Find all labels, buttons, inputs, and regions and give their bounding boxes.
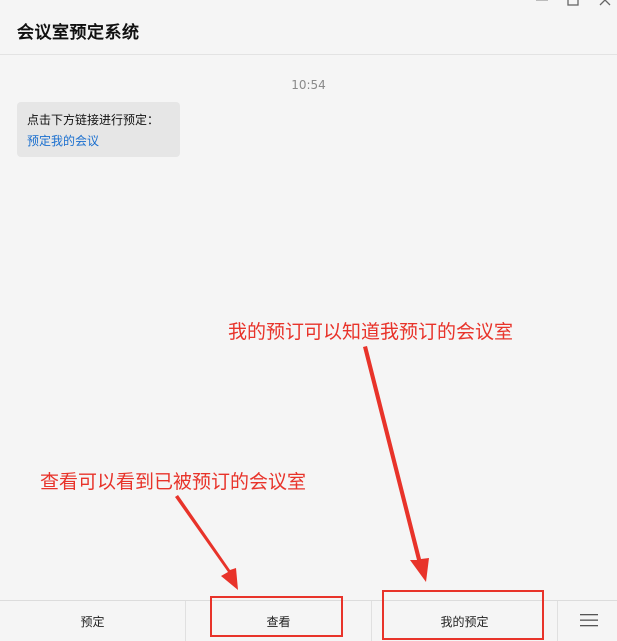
menu-item-book[interactable]: 预定	[0, 601, 185, 641]
menu-item-book-label: 预定	[80, 613, 104, 630]
hamburger-menu-button[interactable]	[578, 610, 600, 630]
highlight-box-view	[210, 596, 343, 637]
arrow-to-my-bookings	[363, 346, 429, 582]
menu-divider	[557, 601, 558, 641]
annotation-arrows	[0, 0, 617, 640]
app-window: 会议室预定系统 10:54 点击下方链接进行预定： 预定我的会议 我的预订可以知…	[0, 0, 617, 640]
hamburger-icon	[578, 610, 600, 630]
arrow-to-view	[175, 495, 238, 590]
highlight-box-my-bookings	[382, 590, 544, 640]
